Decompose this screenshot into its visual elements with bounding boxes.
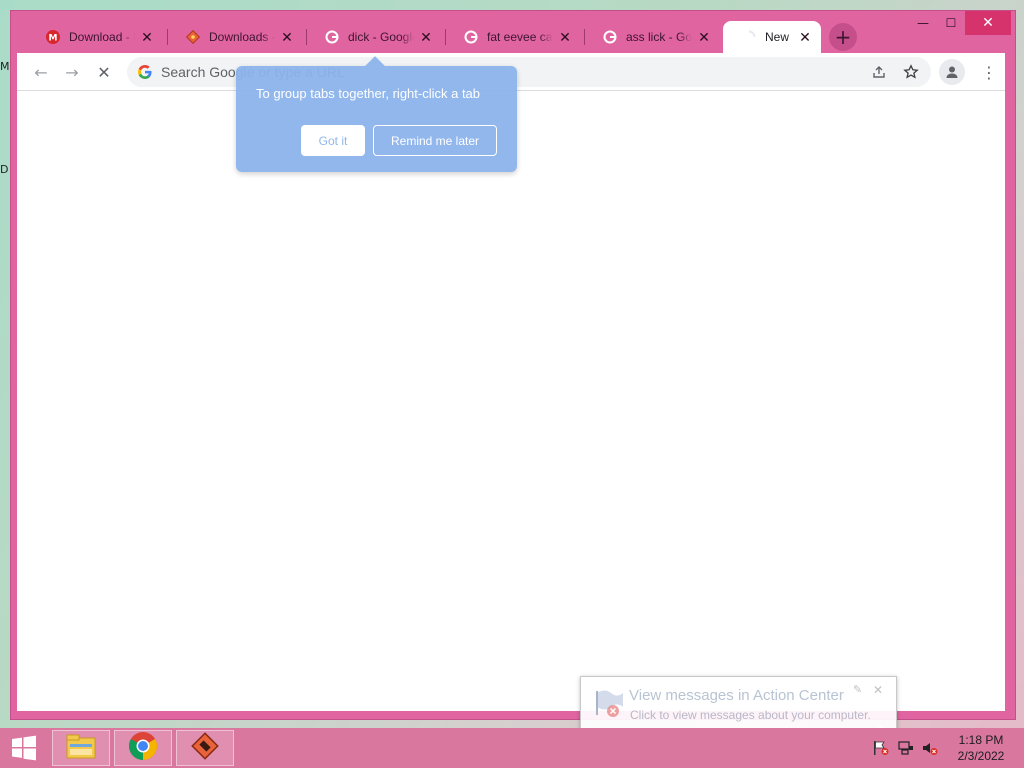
notification-title: View messages in Action Center	[629, 687, 844, 704]
tab-strip: M Download - M ✕ Downloads - u ✕ dick - …	[11, 11, 1015, 53]
tab-label: New T	[765, 30, 793, 44]
taskbar: 1:18 PM 2/3/2022	[0, 728, 1024, 768]
close-tab-icon[interactable]: ✕	[696, 29, 712, 45]
google-icon	[463, 29, 479, 45]
action-center-flag-icon	[591, 685, 627, 719]
network-icon[interactable]	[897, 740, 915, 756]
maximize-button[interactable]: ☐	[937, 11, 965, 35]
more-menu-icon[interactable]: ⋮	[977, 59, 1001, 85]
tab-group-hint-bubble: To group tabs together, right-click a ta…	[236, 66, 517, 172]
file-explorer-icon	[65, 732, 97, 765]
share-icon[interactable]	[869, 62, 889, 82]
page-content	[17, 91, 1005, 711]
tab-label: ass lick - Goo	[626, 30, 692, 44]
start-button[interactable]	[0, 728, 48, 768]
hint-text: To group tabs together, right-click a ta…	[256, 86, 481, 101]
google-icon	[324, 29, 340, 45]
tab-downloads[interactable]: Downloads - u ✕	[167, 21, 303, 53]
taskbar-file-explorer[interactable]	[52, 730, 110, 766]
loading-icon	[741, 29, 757, 45]
tab-download-mega[interactable]: M Download - M ✕	[27, 21, 163, 53]
tab-google-search-3[interactable]: ass lick - Goo ✕	[584, 21, 720, 53]
tab-google-search-1[interactable]: dick - Google ✕	[306, 21, 442, 53]
taskbar-chrome[interactable]	[114, 730, 172, 766]
close-tab-icon[interactable]: ✕	[139, 29, 155, 45]
forward-button[interactable]: →	[58, 58, 86, 86]
tab-label: Download - M	[69, 30, 135, 44]
tab-new-tab-active[interactable]: New T ✕	[723, 21, 821, 53]
clock-date: 2/3/2022	[957, 749, 1005, 763]
desktop-icon-label-partial: M	[0, 60, 10, 73]
got-it-button[interactable]: Got it	[301, 125, 365, 156]
diamond-icon	[185, 29, 201, 45]
app-icon	[191, 731, 219, 765]
tab-label: dick - Google	[348, 30, 414, 44]
minimize-button[interactable]: —	[909, 11, 937, 35]
windows-logo-icon	[12, 735, 36, 761]
tab-label: fat eevee caro	[487, 30, 553, 44]
tab-label: Downloads - u	[209, 30, 275, 44]
close-tab-icon[interactable]: ✕	[279, 29, 295, 45]
stop-loading-button[interactable]: ✕	[90, 58, 118, 86]
close-tab-icon[interactable]: ✕	[797, 29, 813, 45]
chrome-icon	[128, 731, 158, 766]
action-center-notification[interactable]: View messages in Action Center Click to …	[580, 676, 897, 742]
desktop-icon-label-partial: D	[0, 163, 9, 176]
profile-avatar-icon[interactable]	[939, 59, 965, 85]
mega-icon: M	[45, 29, 61, 45]
svg-text:M: M	[49, 34, 58, 44]
close-window-button[interactable]: ✕	[965, 11, 1011, 35]
close-notification-icon[interactable]: ✕	[873, 683, 883, 697]
clock-time: 1:18 PM	[958, 733, 1004, 747]
action-center-tray-icon[interactable]	[872, 740, 890, 756]
pin-icon[interactable]: ✎	[853, 683, 862, 696]
back-button[interactable]: ←	[27, 58, 55, 86]
remind-me-later-button[interactable]: Remind me later	[373, 125, 497, 156]
close-tab-icon[interactable]: ✕	[557, 29, 573, 45]
notification-body: Click to view messages about your comput…	[630, 708, 871, 722]
taskbar-clock[interactable]: 1:18 PM 2/3/2022	[948, 732, 1014, 764]
tab-google-search-2[interactable]: fat eevee caro ✕	[445, 21, 581, 53]
google-g-icon	[137, 64, 153, 80]
volume-muted-icon[interactable]	[921, 740, 939, 756]
google-icon	[602, 29, 618, 45]
taskbar-app[interactable]	[176, 730, 234, 766]
close-tab-icon[interactable]: ✕	[418, 29, 434, 45]
bookmark-star-icon[interactable]	[901, 62, 921, 82]
new-tab-button[interactable]: +	[829, 23, 857, 51]
